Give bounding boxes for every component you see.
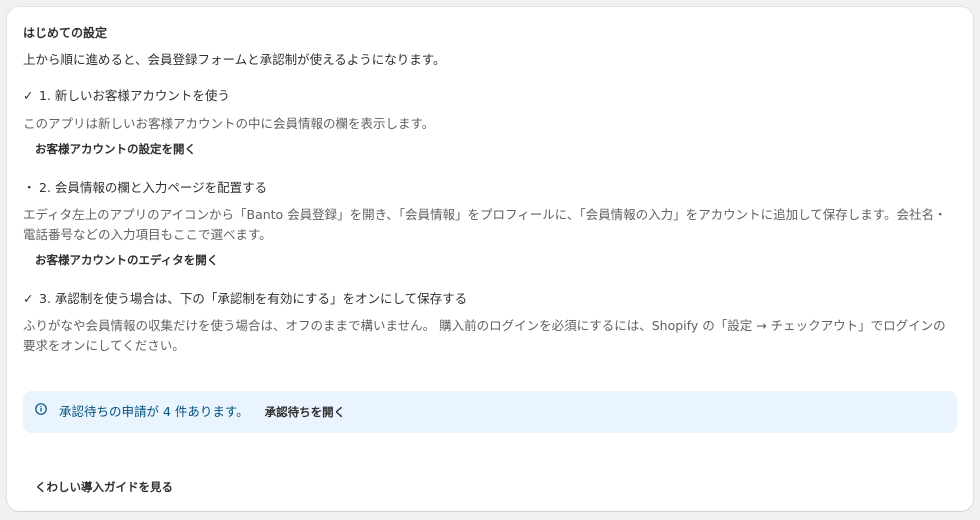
open-pending-approvals-button[interactable]: 承認待ちを開く <box>265 404 346 420</box>
step-2-description: エディタ左上のアプリのアイコンから「Banto 会員登録」を開き、「会員情報」を… <box>23 207 947 242</box>
step-3-description: ふりがなや会員情報の収集だけを使う場合は、オフのままで構いません。 購入前のログ… <box>23 318 946 353</box>
setup-guide-button[interactable]: くわしい導入ガイドを見る <box>23 477 185 497</box>
step-1-description: このアプリは新しいお客様アカウントの中に会員情報の欄を表示します。 <box>23 116 435 131</box>
info-icon <box>35 403 47 415</box>
pending-approvals-text: 承認待ちの申請が 4 件あります。 <box>59 404 249 419</box>
checkmark-icon: ✓ <box>23 88 34 103</box>
pending-approvals-banner: 承認待ちの申請が 4 件あります。 承認待ちを開く <box>23 391 957 433</box>
card-title: はじめての設定 <box>23 26 108 40</box>
bullet-icon: ・ <box>23 180 36 195</box>
checkmark-icon: ✓ <box>23 291 34 306</box>
step-1: ✓ 1. 新しいお客様アカウントを使う このアプリは新しいお客様アカウントの中に… <box>23 87 957 159</box>
open-account-settings-button[interactable]: お客様アカウントの設定を開く <box>23 139 208 159</box>
step-2: ・ 2. 会員情報の欄と入力ページを配置する エディタ左上のアプリのアイコンから… <box>23 179 957 270</box>
step-1-title: 1. 新しいお客様アカウントを使う <box>39 88 230 103</box>
card-intro: 上から順に進めると、会員登録フォームと承認制が使えるようになります。 <box>23 52 446 67</box>
step-3-heading: ✓ 3. 承認制を使う場合は、下の「承認制を有効にする」をオンにして保存する <box>23 290 957 308</box>
setup-card: はじめての設定 上から順に進めると、会員登録フォームと承認制が使えるようになりま… <box>7 7 973 511</box>
open-account-editor-button[interactable]: お客様アカウントのエディタを開く <box>23 250 230 270</box>
step-1-heading: ✓ 1. 新しいお客様アカウントを使う <box>23 87 957 105</box>
step-3-title: 3. 承認制を使う場合は、下の「承認制を有効にする」をオンにして保存する <box>39 291 468 306</box>
step-2-heading: ・ 2. 会員情報の欄と入力ページを配置する <box>23 179 957 197</box>
step-3: ✓ 3. 承認制を使う場合は、下の「承認制を有効にする」をオンにして保存する ふ… <box>23 290 957 356</box>
step-2-title: 2. 会員情報の欄と入力ページを配置する <box>39 180 268 195</box>
